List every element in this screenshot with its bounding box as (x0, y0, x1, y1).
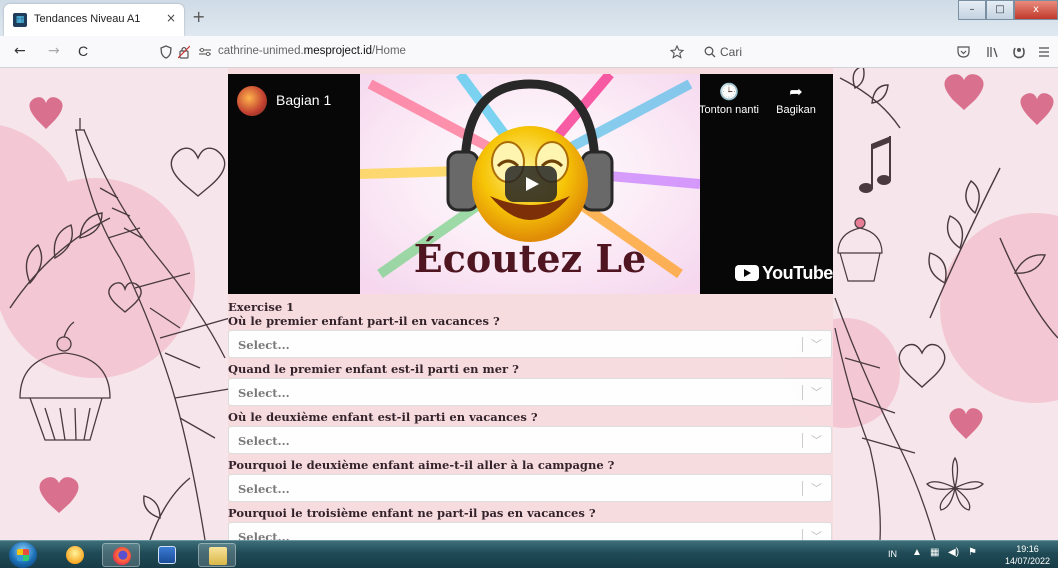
exercise-title: Exercise 1 (228, 300, 295, 314)
video-title[interactable]: Bagian 1 (276, 92, 331, 108)
select-separator (802, 529, 803, 540)
language-indicator[interactable]: IN (888, 549, 897, 559)
navigation-bar: ← → C cathrine-unimed.mesproject.id/Home… (0, 36, 1058, 68)
taskbar-app-chick[interactable] (56, 543, 94, 567)
search-placeholder: Cari (720, 45, 743, 59)
answer-select[interactable]: Select... ﹀ (228, 426, 832, 454)
watch-later-button[interactable]: 🕒 Tonton nanti (694, 82, 764, 116)
question-label: Pourquoi le deuxième enfant aime-t-il al… (228, 458, 615, 472)
youtube-video-player[interactable]: Bagian 1 Écoutez Le 🕒 Tonton nanti ➦ Bag… (228, 74, 833, 294)
network-icon[interactable]: ▦ (930, 547, 939, 558)
search-box[interactable]: Cari (698, 40, 938, 64)
clock-date: 14/07/2022 (1004, 556, 1050, 566)
window-controls: – □ x (958, 0, 1058, 20)
answer-select[interactable]: Select... ﹀ (228, 330, 832, 358)
share-button[interactable]: ➦ Bagikan (761, 82, 831, 116)
shield-icon[interactable] (160, 45, 172, 59)
browser-tab[interactable]: ▦ Tendances Niveau A1 × (4, 4, 184, 36)
tab-bar: ▦ Tendances Niveau A1 × + – □ x (0, 0, 1058, 36)
taskbar-app-word[interactable] (148, 543, 186, 567)
question-label: Quand le premier enfant est-il parti en … (228, 362, 519, 376)
question-label: Pourquoi le troisième enfant ne part-il … (228, 506, 596, 520)
new-tab-button[interactable]: + (192, 9, 205, 25)
url-text[interactable]: cathrine-unimed.mesproject.id/Home (218, 45, 406, 57)
chevron-down-icon[interactable]: ﹀ (811, 432, 822, 448)
system-tray: IN ▲ ▦ ◀) ⚑ 19:16 14/07/2022 (888, 541, 1058, 568)
search-icon (704, 46, 716, 58)
share-arrow-icon: ➦ (789, 84, 803, 101)
reload-button[interactable]: C (78, 43, 88, 59)
tab-close-icon[interactable]: × (166, 11, 176, 25)
main-content: Bagian 1 Écoutez Le 🕒 Tonton nanti ➦ Bag… (228, 68, 833, 540)
answer-select[interactable]: Select... ﹀ (228, 474, 832, 502)
clock-icon: 🕒 (719, 84, 739, 101)
play-button[interactable] (505, 166, 557, 202)
library-icon[interactable] (986, 45, 1000, 59)
music-note-icon (859, 136, 891, 193)
word-icon (158, 546, 176, 564)
question-label: Où le premier enfant part-il en vacances… (228, 314, 500, 328)
select-placeholder: Select... (238, 386, 290, 400)
select-separator (802, 385, 803, 400)
answer-select[interactable]: Select... ﹀ (228, 378, 832, 406)
pocket-icon[interactable] (957, 46, 970, 58)
volume-icon[interactable]: ◀) (948, 547, 959, 558)
windows-taskbar: IN ▲ ▦ ◀) ⚑ 19:16 14/07/2022 (0, 540, 1058, 568)
clock-time: 19:16 (1016, 544, 1039, 554)
account-icon[interactable] (1012, 45, 1026, 59)
maximize-button[interactable]: □ (986, 0, 1014, 20)
exercise-form: Exercise 1 Où le premier enfant part-il … (228, 300, 833, 540)
permissions-icon[interactable] (178, 45, 190, 59)
page-viewport: Bagian 1 Écoutez Le 🕒 Tonton nanti ➦ Bag… (0, 68, 1058, 540)
select-placeholder: Select... (238, 434, 290, 448)
youtube-play-icon (735, 265, 759, 281)
connection-icon[interactable] (198, 47, 212, 57)
folder-icon (209, 547, 227, 565)
address-bar[interactable]: cathrine-unimed.mesproject.id/Home (144, 40, 692, 64)
question-label: Où le deuxième enfant est-il parti en va… (228, 410, 538, 424)
youtube-brand-label: YouTube (762, 262, 833, 283)
select-placeholder: Select... (238, 482, 290, 496)
tab-title: Tendances Niveau A1 (34, 13, 141, 25)
thumbnail-text: Écoutez Le (414, 236, 647, 281)
select-separator (802, 433, 803, 448)
select-placeholder: Select... (238, 338, 290, 352)
chevron-down-icon[interactable]: ﹀ (811, 336, 822, 352)
action-center-flag-icon[interactable]: ⚑ (968, 547, 977, 558)
select-separator (802, 481, 803, 496)
cupcake-icon (837, 217, 883, 282)
show-hidden-icons-icon[interactable]: ▲ (912, 547, 922, 558)
chick-app-icon (66, 546, 84, 564)
menu-icon[interactable] (1038, 46, 1050, 58)
share-label: Bagikan (776, 104, 816, 116)
flower-icon (926, 456, 984, 511)
forward-button[interactable]: → (48, 43, 60, 59)
chevron-down-icon[interactable]: ﹀ (811, 480, 822, 496)
site-favicon-icon: ▦ (13, 13, 27, 27)
answer-select[interactable]: Select... ﹀ (228, 522, 832, 540)
select-placeholder: Select... (238, 530, 290, 540)
bookmark-star-icon[interactable] (670, 45, 684, 59)
chevron-down-icon[interactable]: ﹀ (811, 528, 822, 540)
chevron-down-icon[interactable]: ﹀ (811, 384, 822, 400)
start-button[interactable] (9, 542, 37, 568)
back-button[interactable]: ← (14, 43, 26, 59)
taskbar-app-firefox[interactable] (102, 543, 140, 567)
select-separator (802, 337, 803, 352)
channel-logo-icon[interactable] (237, 86, 267, 116)
youtube-logo[interactable]: YouTube (735, 262, 833, 284)
minimize-button[interactable]: – (958, 0, 986, 20)
firefox-icon (113, 547, 131, 565)
watch-later-label: Tonton nanti (699, 104, 759, 116)
close-window-button[interactable]: x (1014, 0, 1058, 20)
taskbar-app-explorer[interactable] (198, 543, 236, 567)
clock[interactable]: 19:16 14/07/2022 (1005, 543, 1050, 567)
